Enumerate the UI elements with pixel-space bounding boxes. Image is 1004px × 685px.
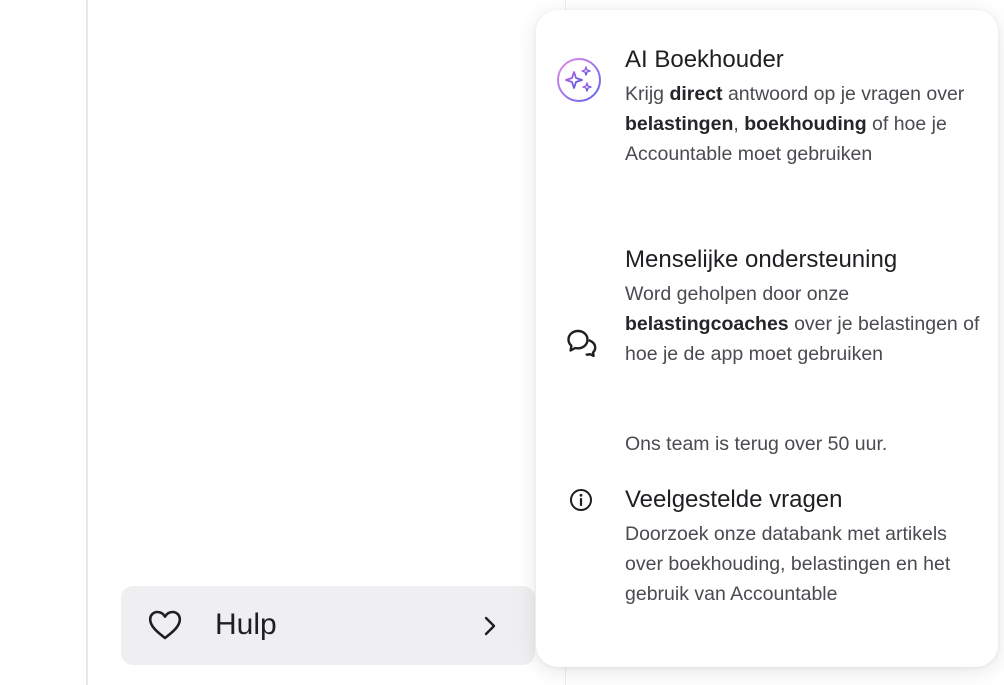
option-title: Menselijke ondersteuning [625,246,898,273]
option-description: Word geholpen door onze belastingcoaches… [625,279,985,369]
option-description: Doorzoek onze databank met artikels over… [625,519,985,609]
desc-text: , [733,113,745,135]
help-menu-popover: AI Boekhouder Krijg direct antwoord op j… [536,10,998,667]
option-description: Krijg direct antwoord op je vragen over … [625,79,985,169]
desc-bold: belastingcoaches [625,313,789,335]
option-title: Veelgestelde vragen [625,486,843,513]
desc-bold: direct [669,83,723,105]
desc-text: Doorzoek onze databank met artikels over… [625,523,951,605]
chevron-right-icon [484,616,496,636]
availability-note: Ons team is terug over 50 uur. [625,433,888,455]
help-button-label: Hulp [215,608,277,641]
desc-bold: belastingen [625,113,734,135]
help-option-ai-boekhouder[interactable]: AI Boekhouder Krijg direct antwoord op j… [536,44,998,224]
heart-icon [148,610,182,640]
desc-bold: boekhouding [744,113,867,135]
option-title: AI Boekhouder [625,46,784,73]
info-icon [570,489,592,511]
help-button[interactable]: Hulp [121,586,535,665]
help-option-menselijke-ondersteuning[interactable]: Menselijke ondersteuning Word geholpen d… [536,244,998,464]
desc-text: Word geholpen door onze [625,283,850,305]
chat-bubbles-icon [567,329,597,358]
desc-text: antwoord op je vragen over [722,83,965,105]
sidebar-border [86,0,88,685]
help-option-veelgestelde-vragen[interactable]: Veelgestelde vragen Doorzoek onze databa… [536,484,998,654]
desc-text: Krijg [625,83,670,105]
ai-sparkle-icon [557,58,601,102]
